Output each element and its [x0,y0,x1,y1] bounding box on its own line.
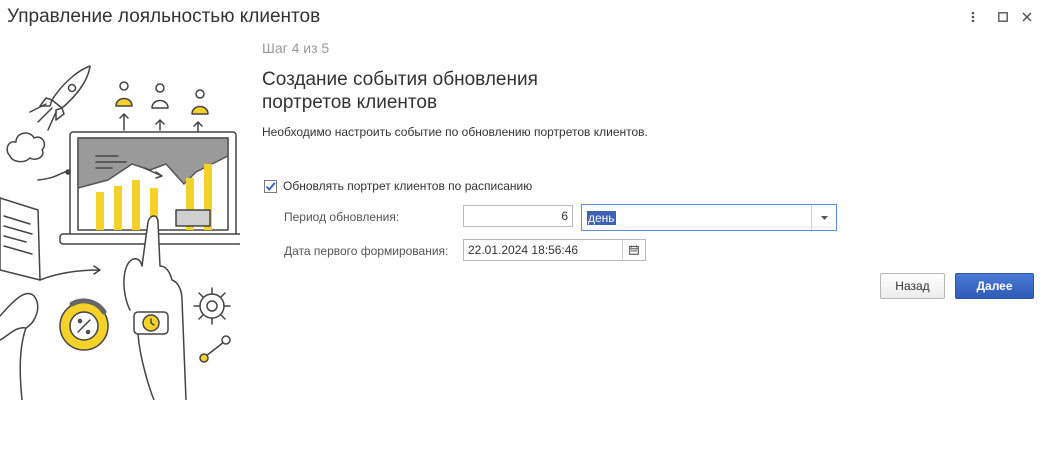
page-title: Создание события обновления портретов кл… [262,68,662,114]
person-icon-1 [115,81,133,107]
watch-icon [133,311,169,335]
page-title-line-1: Создание события обновления [262,69,538,90]
first-date-value: 22.01.2024 18:56:46 [468,243,579,257]
period-input[interactable]: 6 [463,205,573,227]
more-icon[interactable] [963,7,983,27]
page-title-line-2: портретов клиентов [262,92,438,113]
period-unit-select[interactable]: день [581,204,837,231]
schedule-checkbox-label[interactable]: Обновлять портрет клиентов по расписанию [283,179,532,193]
close-icon[interactable] [1017,7,1037,27]
period-value: 6 [561,209,568,223]
loyalty-illustration [0,65,240,400]
person-icon-3 [191,89,209,115]
period-unit-value: день [587,210,616,225]
person-icon-2 [151,83,169,109]
window-title: Управление лояльностью клиентов [7,6,321,27]
back-button[interactable]: Назад [880,273,945,299]
period-label: Период обновления: [284,210,400,224]
chevron-down-icon[interactable] [811,205,836,230]
gear-icon [193,287,231,325]
calendar-icon[interactable] [622,240,645,260]
title-bar: Управление лояльностью клиентов [0,0,1049,34]
next-button[interactable]: Далее [955,273,1034,299]
page-description: Необходимо настроить событие по обновлен… [262,125,648,139]
pie-chart-icon [59,298,109,351]
wizard-step: Шаг 4 из 5 [262,40,330,56]
maximize-icon[interactable] [993,7,1013,27]
checkmark-icon [265,181,276,191]
schedule-checkbox[interactable] [264,179,277,193]
schedule-checkbox-row[interactable]: Обновлять портрет клиентов по расписанию [264,179,532,193]
first-date-input[interactable]: 22.01.2024 18:56:46 [463,239,646,261]
first-date-label: Дата первого формирования: [284,244,449,258]
rocket-icon [29,65,91,131]
wizard-window: Управление лояльностью клиентов Шаг 4 из… [0,0,1049,463]
